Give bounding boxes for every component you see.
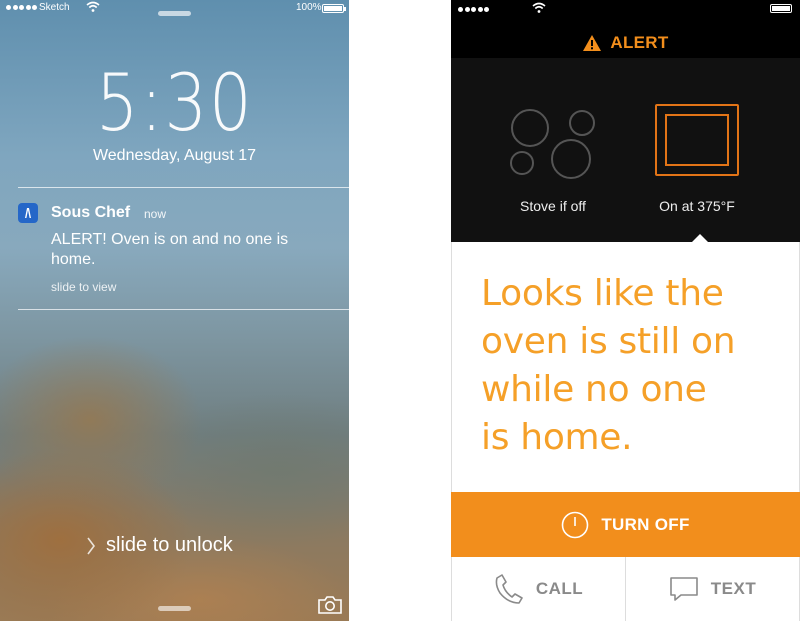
lock-time: 5:30 (95, 59, 254, 149)
text-button[interactable]: TEXT (625, 557, 799, 621)
battery-icon (322, 4, 346, 13)
sous-chef-app-icon (18, 203, 38, 223)
oven-icon[interactable] (655, 104, 739, 176)
sous-chef-alert-screen: ALERT Stove if off On at 375°F Looks lik… (451, 0, 800, 621)
camera-icon[interactable] (317, 595, 343, 615)
alert-header: ALERT (451, 0, 800, 58)
turn-off-label: TURN OFF (601, 514, 690, 534)
power-icon (562, 511, 589, 538)
alert-message-line: Looks like the (481, 273, 724, 314)
turn-off-button[interactable]: TURN OFF (451, 492, 800, 557)
battery-icon (770, 4, 792, 13)
notification-center-grabber[interactable] (158, 11, 191, 16)
wifi-icon (86, 1, 100, 12)
warning-icon (583, 35, 602, 51)
chevron-right-icon (87, 537, 95, 554)
notification-card[interactable]: Sous Chef now ALERT! Oven is on and no o… (18, 187, 349, 310)
lock-screen: Sketch 100% 5:30 Wednesday, August 17 So… (0, 0, 349, 621)
slide-to-unlock-label: slide to unlock (106, 534, 233, 556)
alert-title-text: ALERT (610, 33, 669, 52)
alert-message-line: is home. (481, 417, 633, 458)
notification-message: ALERT! Oven is on and no one is home. (51, 231, 289, 268)
control-center-grabber[interactable] (158, 606, 191, 611)
alert-title: ALERT (451, 33, 800, 53)
lock-date: Wednesday, August 17 (92, 147, 257, 164)
alert-message: Looks like the oven is still on while no… (481, 270, 781, 462)
call-button[interactable]: CALL (452, 557, 625, 621)
divider (451, 242, 452, 492)
battery-percentage: 100% (296, 2, 322, 13)
phone-icon (495, 574, 523, 604)
notification-time: now (144, 207, 167, 221)
alert-message-line: while no one (481, 369, 707, 410)
contact-actions: CALL TEXT (451, 557, 800, 621)
wifi-icon (532, 2, 546, 13)
stove-status-label: Stove if off (520, 198, 586, 214)
signal-dots-icon (6, 5, 37, 10)
text-label: TEXT (710, 579, 757, 598)
slide-to-view-hint[interactable]: slide to view (51, 280, 116, 294)
stove-burners-icon[interactable] (508, 105, 598, 180)
carrier-name: Sketch (39, 2, 70, 13)
alert-message-line: oven is still on (481, 321, 736, 362)
signal-dots-icon (458, 7, 489, 12)
call-label: CALL (535, 579, 584, 598)
oven-status-label: On at 375°F (659, 198, 735, 214)
appliance-panel: Stove if off On at 375°F (451, 58, 800, 242)
slide-to-unlock[interactable]: slide to unlock (86, 534, 233, 557)
selection-pointer (692, 234, 708, 242)
notification-app-name: Sous Chef (51, 204, 131, 221)
chat-bubble-icon (669, 577, 698, 601)
